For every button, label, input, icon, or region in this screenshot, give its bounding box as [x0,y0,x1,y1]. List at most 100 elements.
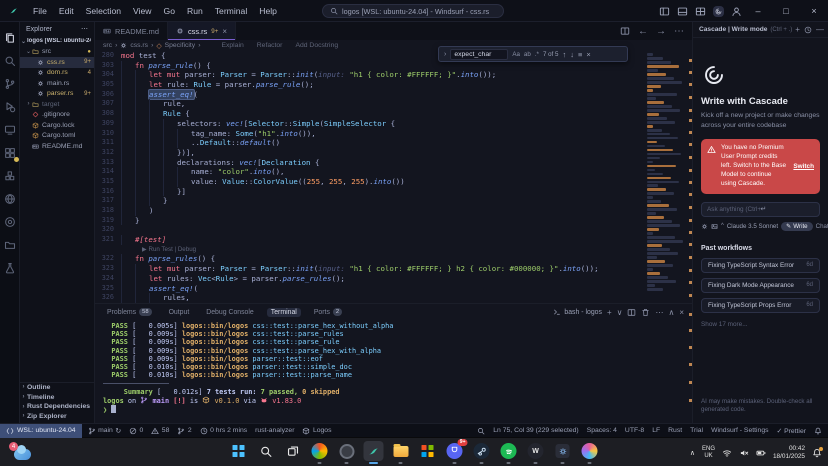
activity-run-debug[interactable] [2,99,18,115]
taskbar-wave[interactable]: W [526,441,546,461]
battery-icon[interactable] [756,448,766,458]
taskbar-utility[interactable] [553,441,573,461]
switch-link[interactable]: Switch [793,163,814,170]
section-timeline[interactable]: ›Timeline [20,392,94,402]
split-editor-icon[interactable] [620,26,630,36]
kill-terminal-icon[interactable] [641,308,650,317]
split-terminal-icon[interactable] [627,308,636,317]
activity-web[interactable] [2,191,18,207]
status-rust-analyzer[interactable]: rust-analyzer [255,427,294,434]
tab-css-rs[interactable]: css.rs9+× [168,22,236,40]
tree-item-parserrs[interactable]: parser.rs9+ [20,89,94,100]
status-git-branch[interactable]: main↻ [88,427,121,435]
menu-help[interactable]: Help [253,0,283,22]
panel-tab-ports[interactable]: Ports2 [310,307,346,317]
taskbar-gallery[interactable] [580,441,600,461]
terminal-dropdown-icon[interactable]: ∨ [617,308,623,317]
panel-tab-terminal[interactable]: Terminal [267,308,301,317]
terminal-title[interactable]: bash - logos [553,308,602,316]
layout-grid-icon[interactable] [695,6,706,17]
status-zoom[interactable] [477,427,485,435]
tree-item-src[interactable]: ⌄src● [20,47,94,58]
activity-source-control[interactable] [2,76,18,92]
close-button[interactable]: × [800,0,828,22]
cascade-new-icon[interactable]: + [795,26,800,34]
menu-file[interactable]: File [27,0,53,22]
show-more-link[interactable]: Show 17 more... [701,321,820,328]
maximize-panel-icon[interactable]: ∧ [668,308,674,317]
lens-add-docstring[interactable]: Add Docstring [295,42,338,49]
tree-item-mainrs[interactable]: main.rs [20,78,94,89]
widgets-button[interactable]: 4 [9,442,31,462]
back-icon[interactable]: ← [638,26,648,37]
tree-item-domrs[interactable]: dom.rs4 [20,68,94,79]
status-errors[interactable]: 0 [129,427,143,435]
tray-chevron-icon[interactable]: ∧ [690,449,695,457]
account-icon[interactable] [731,6,742,17]
panel-more-icon[interactable]: ⋯ [655,308,663,317]
notifications-bell-icon[interactable] [812,448,822,458]
tree-item-READMEmd[interactable]: README.md [20,141,94,152]
section-rust-dependencies[interactable]: ›Rust Dependencies [20,402,94,412]
panel-tab-debug-console[interactable]: Debug Console [202,308,258,317]
model-name[interactable]: Claude 3.5 Sonnet [727,223,778,230]
status-settings[interactable]: Windsurf - Settings [711,427,768,434]
find-prev-icon[interactable]: ↑ [562,50,566,59]
activity-folder-view[interactable] [2,237,18,253]
lens-refactor[interactable]: Refactor [257,42,283,49]
workflow-item[interactable]: Fixing Dark Mode Appearance6d [701,278,820,293]
model-settings-icon[interactable] [701,223,708,230]
forward-icon[interactable]: → [656,26,666,37]
section-zip-explorer[interactable]: ›Zip Explorer [20,411,94,421]
command-center-search[interactable]: logos [WSL: ubuntu-24.04] - Windsurf - c… [322,4,504,18]
terminal[interactable]: PASS [ 0.005s] logos::bin/logos css::tes… [95,320,692,423]
breadcrumb-item[interactable]: css.rs [130,42,148,49]
panel-tab-problems[interactable]: Problems58 [103,307,156,317]
find-close-icon[interactable]: × [586,50,590,59]
status-merge-changes[interactable]: 2 [177,427,191,435]
breadcrumb-item[interactable]: Specificity [165,42,196,49]
menu-terminal[interactable]: Terminal [209,0,253,22]
explorer-more-icon[interactable]: ⋯ [81,25,88,33]
match-case-icon[interactable]: Aa [512,51,520,58]
debug-codelens[interactable]: Debug [178,246,196,253]
taskbar-discord[interactable]: ᗜ9+ [445,441,465,461]
menu-edit[interactable]: Edit [53,0,80,22]
menu-run[interactable]: Run [181,0,209,22]
status-encoding[interactable]: UTF-8 [625,427,644,434]
volume-muted-icon[interactable] [739,448,749,458]
taskbar-record[interactable] [337,441,357,461]
run-test-codelens[interactable]: ▶ Run Test [142,246,173,253]
status-warnings[interactable]: 58 [151,427,169,435]
close-panel-icon[interactable]: × [679,308,684,317]
workflow-item[interactable]: Fixing TypeScript Syntax Error6d [701,258,820,273]
language-indicator[interactable]: ENGUK [702,446,715,460]
activity-remote-explorer[interactable] [2,122,18,138]
taskbar-store[interactable] [418,441,438,461]
regex-icon[interactable]: .* [535,51,539,58]
whole-word-icon[interactable]: ab [524,51,531,58]
activity-components[interactable] [2,168,18,184]
find-in-selection-icon[interactable]: ≡ [578,50,582,59]
find-expand-icon[interactable]: › [444,51,446,58]
tree-item-cssrs[interactable]: css.rs9+ [20,57,94,68]
status-language[interactable]: Rust [668,427,682,434]
taskbar-spotify[interactable] [499,441,519,461]
activity-extensions[interactable] [2,145,18,161]
activity-docker[interactable] [2,214,18,230]
tree-root[interactable]: ⌄logos [WSL: ubuntu-24.04] [20,36,94,47]
wifi-icon[interactable] [722,448,732,458]
toggle-sidebar-icon[interactable] [659,6,670,17]
section-outline[interactable]: ›Outline [20,383,94,393]
panel-tab-output[interactable]: Output [165,308,194,317]
status-time-tracker[interactable]: 0 hrs 2 mins [200,427,248,435]
status-trial[interactable]: Trial [690,427,703,434]
menu-go[interactable]: Go [158,0,181,22]
find-input[interactable] [450,49,508,60]
taskbar-copilot[interactable] [310,441,330,461]
minimize-button[interactable]: – [744,0,772,22]
clock[interactable]: 00:4218/01/2025 [773,445,805,460]
cascade-history-icon[interactable] [804,26,812,34]
status-cursor-position[interactable]: Ln 75, Col 39 (229 selected) [493,427,578,434]
tab-README-md[interactable]: README.md [95,22,168,40]
